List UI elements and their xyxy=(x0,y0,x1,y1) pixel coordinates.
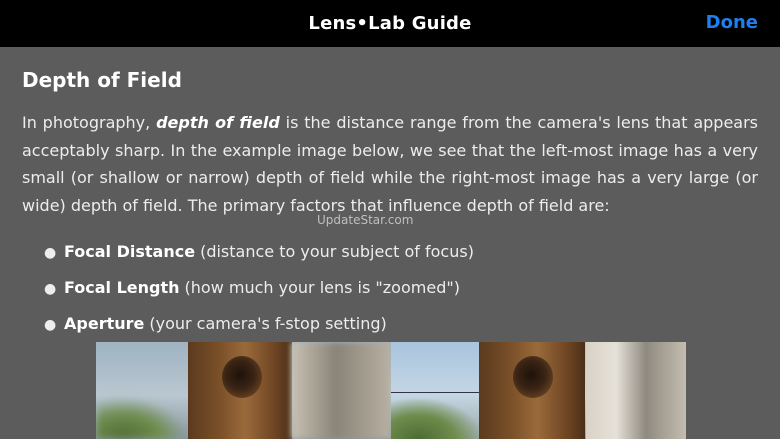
shallow-dof-photo xyxy=(96,342,391,439)
power-line xyxy=(391,392,483,393)
bullet-icon: ● xyxy=(44,317,57,333)
done-button[interactable]: Done xyxy=(706,12,758,33)
example-image xyxy=(96,342,686,439)
intro-paragraph: In photography, depth of field is the di… xyxy=(22,109,758,219)
section-title: Depth of Field xyxy=(22,68,182,92)
factor-description: (your camera's f-stop setting) xyxy=(149,314,387,333)
list-item: ● Aperture (your camera's f-stop setting… xyxy=(44,313,758,336)
deep-dof-photo xyxy=(391,342,686,439)
wood-knot xyxy=(513,356,553,398)
list-item: ● Focal Distance (distance to your subje… xyxy=(44,241,758,264)
factor-name: Focal Length xyxy=(64,278,180,297)
photo-trees xyxy=(96,397,188,439)
bullet-icon: ● xyxy=(44,245,57,261)
photo-trees xyxy=(391,397,483,439)
nav-title: Lens•Lab Guide xyxy=(308,13,472,34)
wood-knot xyxy=(222,356,262,398)
navigation-bar: Lens•Lab Guide Done xyxy=(0,0,780,47)
photo-house xyxy=(291,342,391,439)
guide-content: Depth of Field In photography, depth of … xyxy=(22,47,758,349)
wooden-post xyxy=(188,342,292,439)
list-item: ● Focal Length (how much your lens is "z… xyxy=(44,277,758,300)
intro-text-start: In photography, xyxy=(22,113,157,132)
intro-term: depth of field xyxy=(156,113,280,132)
factor-description: (how much your lens is "zoomed") xyxy=(184,278,460,297)
watermark: UpdateStar.com xyxy=(317,213,414,227)
factor-description: (distance to your subject of focus) xyxy=(200,242,474,261)
factors-list: ● Focal Distance (distance to your subje… xyxy=(44,241,758,336)
photo-house xyxy=(586,342,686,439)
bullet-icon: ● xyxy=(44,281,57,297)
factor-name: Aperture xyxy=(64,314,145,333)
factor-name: Focal Distance xyxy=(64,242,196,261)
wooden-post xyxy=(479,342,585,439)
